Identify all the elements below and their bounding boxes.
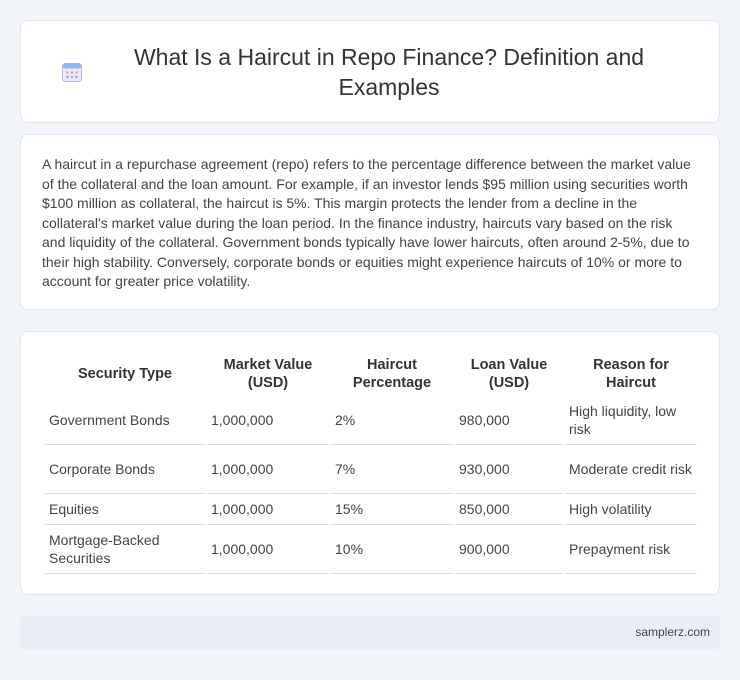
- footer: samplerz.com: [20, 616, 720, 649]
- table-cell: Corporate Bonds: [45, 445, 205, 494]
- table-row: Mortgage-Backed Securities 1,000,000 10%…: [45, 525, 697, 574]
- table-header-row: Security Type Market Value (USD) Haircut…: [45, 352, 697, 396]
- table-row: Government Bonds 1,000,000 2% 980,000 Hi…: [45, 396, 697, 445]
- table-cell: High volatility: [565, 494, 697, 525]
- intro-paragraph: A haircut in a repurchase agreement (rep…: [42, 156, 691, 289]
- table-cell: 7%: [331, 445, 453, 494]
- intro-card: A haircut in a repurchase agreement (rep…: [20, 134, 720, 310]
- column-header: Haircut Percentage: [352, 357, 432, 391]
- table-cell: 2%: [331, 396, 453, 445]
- haircut-table: Security Type Market Value (USD) Haircut…: [43, 352, 699, 574]
- column-header: Reason for Haircut: [593, 357, 669, 391]
- table-cell: 980,000: [455, 396, 563, 445]
- table-cell: Moderate credit risk: [565, 445, 697, 494]
- column-header: Market Value (USD): [223, 357, 313, 391]
- table-cell: 1,000,000: [207, 445, 329, 494]
- title-card: What Is a Haircut in Repo Finance? Defin…: [20, 20, 720, 123]
- table-cell: Government Bonds: [45, 396, 205, 445]
- table-row: Equities 1,000,000 15% 850,000 High vola…: [45, 494, 697, 525]
- footer-site-link[interactable]: samplerz.com: [635, 625, 710, 639]
- column-header: Loan Value (USD): [470, 357, 548, 391]
- page-title: What Is a Haircut in Repo Finance? Defin…: [133, 43, 645, 100]
- table-cell: High liquidity, low risk: [565, 396, 697, 445]
- table-cell: Equities: [45, 494, 205, 525]
- table-cell: Prepayment risk: [565, 525, 697, 574]
- calendar-icon: [62, 62, 82, 82]
- table-cell: 1,000,000: [207, 396, 329, 445]
- column-header: Security Type: [77, 366, 173, 382]
- table-cell: 15%: [331, 494, 453, 525]
- table-cell: 900,000: [455, 525, 563, 574]
- table-row: Corporate Bonds 1,000,000 7% 930,000 Mod…: [45, 445, 697, 494]
- table-cell: 1,000,000: [207, 525, 329, 574]
- table-cell: 10%: [331, 525, 453, 574]
- table-card: Security Type Market Value (USD) Haircut…: [20, 331, 720, 595]
- table-cell: 1,000,000: [207, 494, 329, 525]
- table-cell: Mortgage-Backed Securities: [45, 525, 205, 574]
- table-cell: 930,000: [455, 445, 563, 494]
- table-cell: 850,000: [455, 494, 563, 525]
